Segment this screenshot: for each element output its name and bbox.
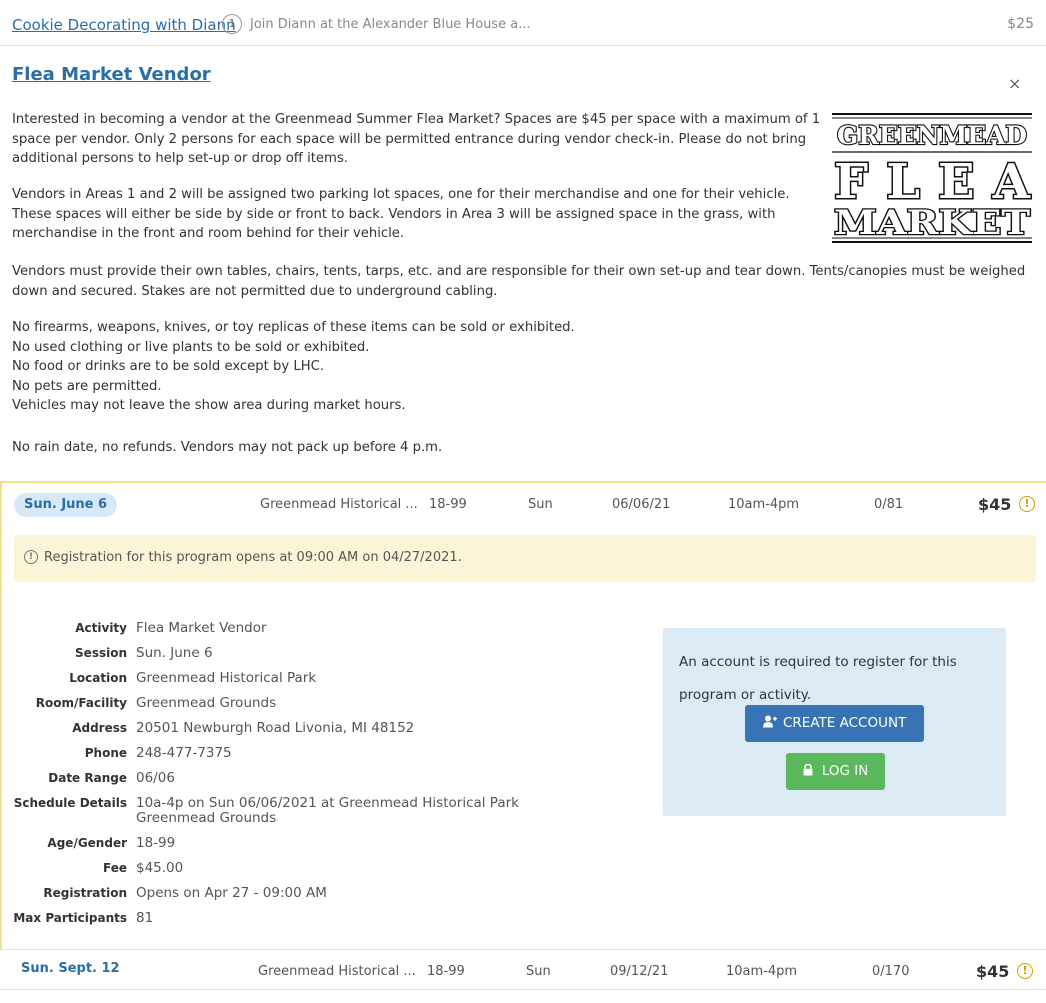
- detail-label: Registration: [43, 886, 127, 900]
- detail-value: Greenmead Historical Park: [136, 670, 317, 686]
- close-icon[interactable]: ×: [1008, 74, 1021, 93]
- session-times: 10am-4pm: [728, 497, 800, 512]
- rule-item: Vehicles may not leave the show area dur…: [12, 398, 406, 413]
- log-in-label: LOG IN: [821, 763, 869, 779]
- session-location: Greenmead Historical ...: [260, 497, 418, 512]
- account-required-message: An account is required to register for t…: [679, 654, 957, 703]
- session-dates: 09/12/21: [610, 964, 669, 979]
- session-ages: 18-99: [429, 497, 467, 512]
- session-enrolled: 0/81: [874, 497, 904, 512]
- log-in-button[interactable]: LOG IN: [786, 753, 885, 790]
- session-ages: 18-99: [427, 964, 465, 979]
- detail-value: 20501 Newburgh Road Livonia, MI 48152: [136, 720, 415, 736]
- description-paragraph-3: Vendors must provide their own tables, c…: [12, 264, 1026, 299]
- session-price: $45: [976, 962, 1010, 981]
- program-description-snippet: Join Diann at the Alexander Blue House a…: [250, 17, 531, 32]
- description-paragraph-1: Interested in becoming a vendor at the G…: [12, 112, 821, 166]
- rule-item: No used clothing or live plants to be so…: [12, 339, 370, 355]
- session-day: Sun: [526, 964, 551, 979]
- logo-line-2: FLEA: [834, 154, 1031, 210]
- detail-label: Session: [75, 646, 127, 660]
- account-required-panel: An account is required to register for t…: [663, 628, 1006, 816]
- user-plus-icon: [762, 715, 777, 728]
- detail-value: 06/06: [136, 770, 175, 786]
- final-note: No rain date, no refunds. Vendors may no…: [12, 440, 443, 455]
- session-times: 10am-4pm: [726, 964, 798, 979]
- session-enrolled: 0/170: [872, 964, 910, 979]
- detail-value-continued: Greenmead Grounds: [136, 810, 277, 826]
- program-title-link[interactable]: Flea Market Vendor: [12, 64, 211, 85]
- program-row-cookie-decorating[interactable]: Cookie Decorating with Diann 1 Join Dian…: [0, 0, 1046, 46]
- rule-item: No firearms, weapons, knives, or toy rep…: [12, 320, 575, 335]
- detail-label: Date Range: [48, 771, 127, 785]
- exclamation-circle-icon: !: [1019, 496, 1035, 512]
- rule-item: No food or drinks are to be sold except …: [12, 359, 325, 374]
- rules-list: No firearms, weapons, knives, or toy rep…: [12, 318, 1037, 416]
- exclamation-circle-icon: !: [24, 550, 38, 564]
- detail-label: Age/Gender: [47, 836, 127, 850]
- session-date[interactable]: Sun. Sept. 12: [21, 961, 120, 976]
- detail-label: Activity: [75, 621, 127, 635]
- logo-line-3: MARKET: [834, 203, 1030, 243]
- program-link-cookie-decorating[interactable]: Cookie Decorating with Diann: [12, 16, 236, 34]
- create-account-button[interactable]: CREATE ACCOUNT: [745, 705, 924, 742]
- exclamation-circle-icon: !: [1017, 963, 1033, 979]
- detail-value: 81: [136, 910, 154, 926]
- session-day: Sun: [528, 497, 553, 512]
- detail-label: Location: [69, 671, 127, 685]
- registration-notice: ! Registration for this program opens at…: [14, 535, 1036, 582]
- rule-item: No pets are permitted.: [12, 378, 162, 394]
- divider: [0, 989, 1046, 990]
- session-row-sept-12[interactable]: Sun. Sept. 12 Greenmead Historical ... 1…: [0, 949, 1046, 989]
- detail-label: Room/Facility: [35, 696, 127, 710]
- create-account-label: CREATE ACCOUNT: [783, 715, 907, 731]
- session-date-pill[interactable]: Sun. June 6: [14, 493, 118, 517]
- description-paragraph-2: Vendors in Areas 1 and 2 will be assigne…: [12, 187, 790, 241]
- session-count-badge: 1: [222, 14, 242, 34]
- session-location: Greenmead Historical ...: [258, 964, 416, 979]
- detail-value: $45.00: [136, 860, 184, 876]
- session-price: $45: [978, 495, 1012, 514]
- lock-icon: [803, 763, 813, 776]
- detail-label: Max Participants: [13, 911, 127, 925]
- session-row-june-6[interactable]: Sun. June 6 Greenmead Historical ... 18-…: [2, 483, 1046, 521]
- session-block-june-6: Sun. June 6 Greenmead Historical ... 18-…: [0, 481, 1046, 949]
- detail-label: Fee: [103, 861, 127, 875]
- detail-value: Sun. June 6: [136, 645, 213, 661]
- detail-value: Opens on Apr 27 - 09:00 AM: [136, 885, 327, 901]
- flea-market-logo: GREENMEAD FLEA MARKET: [832, 113, 1032, 244]
- program-price: $25: [1007, 16, 1034, 32]
- detail-value: Flea Market Vendor: [136, 620, 267, 636]
- session-dates: 06/06/21: [612, 497, 671, 512]
- detail-label: Address: [72, 721, 127, 735]
- detail-value: 10a-4p on Sun 06/06/2021 at Greenmead Hi…: [136, 795, 519, 811]
- detail-value: Greenmead Grounds: [136, 695, 277, 711]
- detail-label: Schedule Details: [13, 796, 127, 810]
- detail-value: 248-477-7375: [136, 745, 232, 761]
- detail-value: 18-99: [136, 835, 176, 851]
- registration-notice-text: Registration for this program opens at 0…: [44, 550, 462, 565]
- detail-label: Phone: [84, 746, 127, 760]
- logo-line-1: GREENMEAD: [837, 121, 1027, 150]
